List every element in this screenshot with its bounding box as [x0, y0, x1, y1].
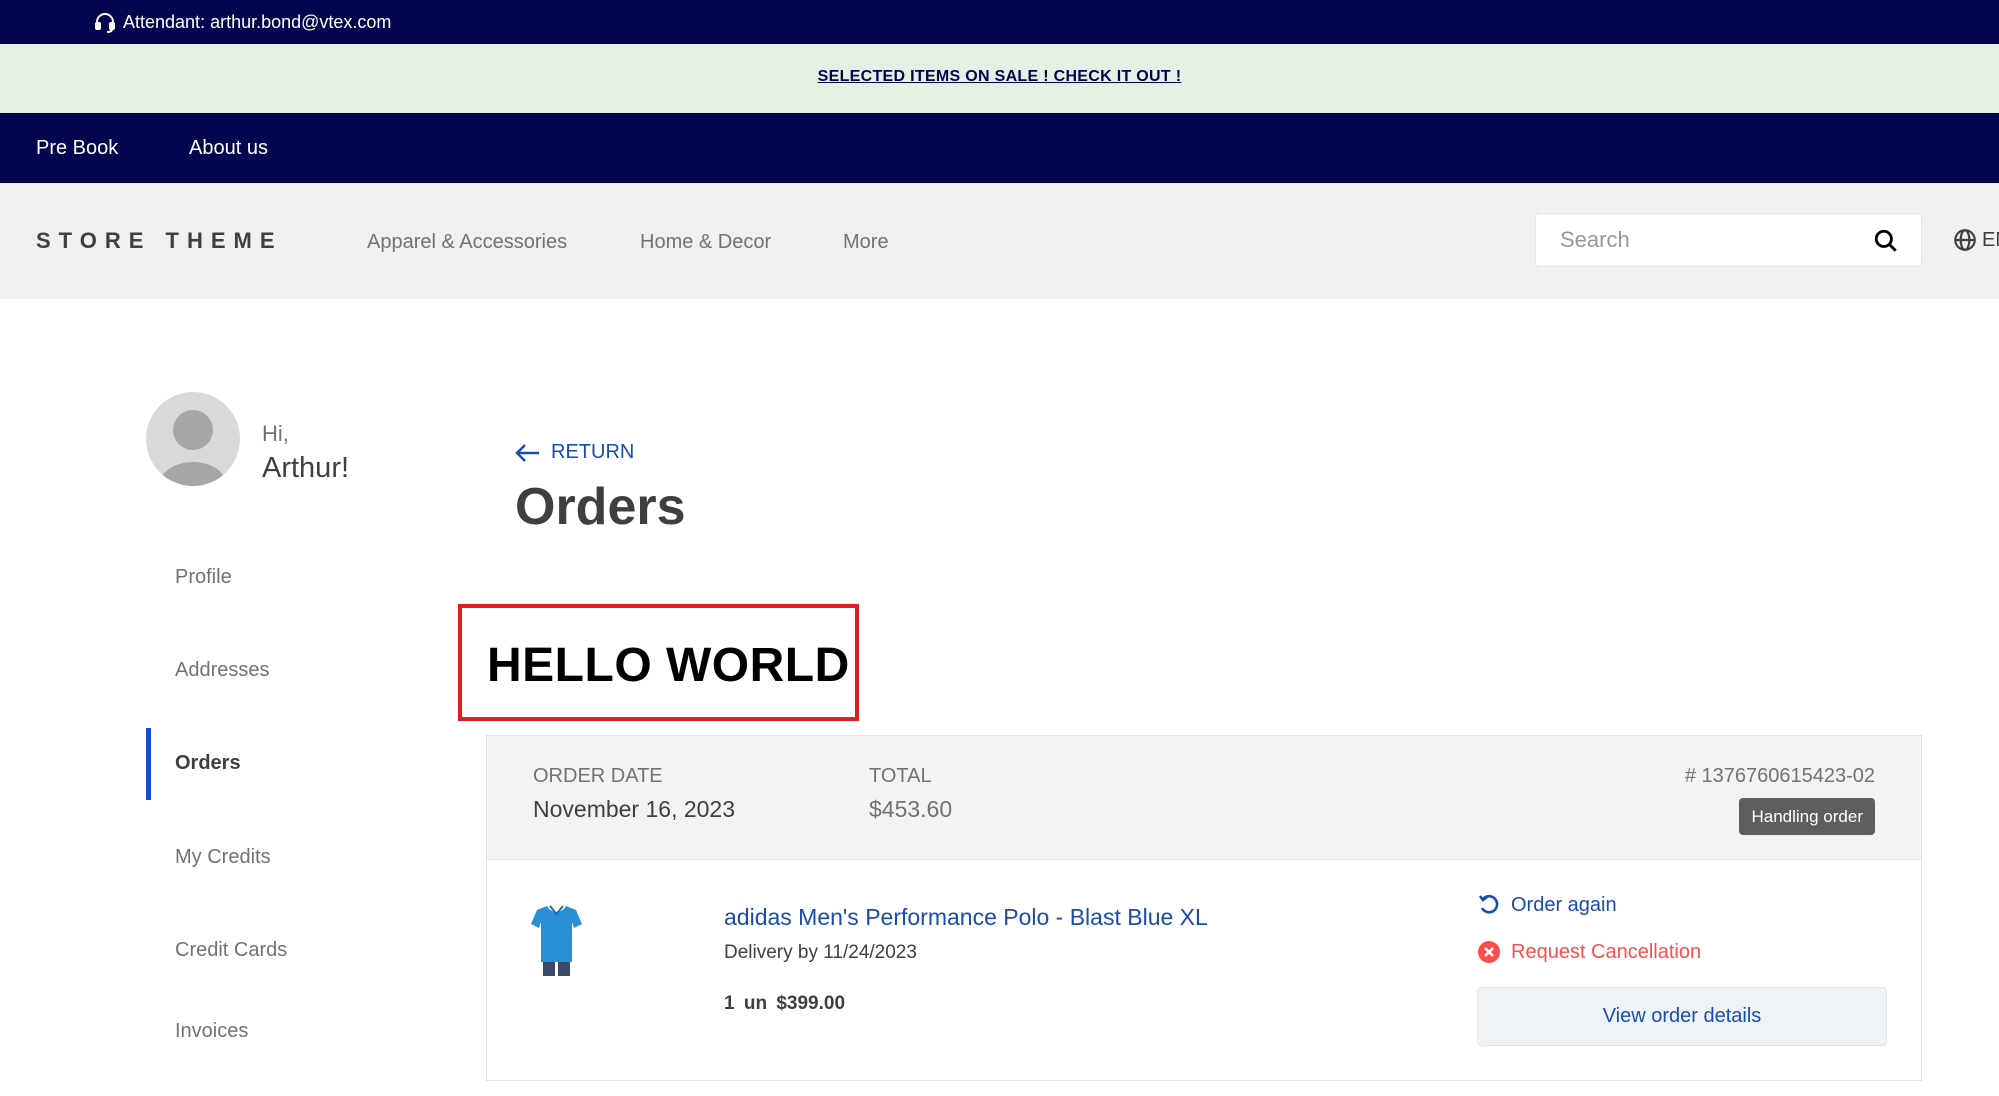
order-header: ORDER DATE November 16, 2023 TOTAL $453.…	[487, 736, 1921, 860]
delivery-date: Delivery by 11/24/2023	[724, 942, 917, 963]
search-input[interactable]	[1560, 226, 1860, 254]
order-total: $453.60	[869, 796, 953, 822]
sidebar-item-credit-cards[interactable]: Credit Cards	[175, 939, 287, 962]
menu-home-decor[interactable]: Home & Decor	[640, 231, 771, 254]
search-icon[interactable]	[1873, 228, 1899, 254]
sidebar-item-orders[interactable]: Orders	[175, 752, 241, 775]
attendant-text: Attendant: arthur.bond@vtex.com	[123, 11, 392, 32]
locale-switcher[interactable]: EN	[1952, 227, 1999, 253]
store-header: STORE THEME Apparel & Accessories Home &…	[0, 183, 1999, 299]
greeting-name: Arthur!	[262, 452, 350, 484]
user-icon	[159, 410, 227, 486]
store-logo[interactable]: STORE THEME	[36, 228, 283, 254]
avatar	[146, 392, 240, 486]
nav-about-us[interactable]: About us	[189, 137, 268, 160]
headset-icon	[95, 13, 115, 33]
menu-apparel-accessories[interactable]: Apparel & Accessories	[367, 231, 567, 254]
hello-world-box: HELLO WORLD	[458, 604, 859, 721]
order-date-label: ORDER DATE	[533, 765, 663, 787]
quantity-price: 1 un $399.00	[724, 993, 846, 1014]
order-again-link[interactable]: Order again	[1477, 893, 1617, 917]
product-name-link[interactable]: adidas Men's Performance Polo - Blast Bl…	[724, 904, 1208, 931]
sidebar-item-invoices[interactable]: Invoices	[175, 1020, 248, 1043]
hello-world-text: HELLO WORLD	[487, 639, 850, 692]
page-title: Orders	[515, 478, 686, 536]
sidebar-item-my-credits[interactable]: My Credits	[175, 846, 271, 869]
attendant-info: Attendant: arthur.bond@vtex.com	[93, 10, 391, 34]
order-id: # 1376760615423-02	[1684, 765, 1875, 787]
request-cancellation-label: Request Cancellation	[1511, 940, 1702, 963]
search-bar	[1535, 213, 1922, 267]
order-again-label: Order again	[1511, 893, 1617, 916]
cancel-circle-icon	[1478, 941, 1500, 963]
request-cancellation-link[interactable]: Request Cancellation	[1477, 940, 1701, 964]
reorder-icon	[1478, 894, 1499, 914]
promo-link[interactable]: SELECTED ITEMS ON SALE ! CHECK IT OUT !	[0, 68, 1999, 86]
view-order-details-button[interactable]: View order details	[1477, 987, 1887, 1046]
locale-label: EN	[1982, 228, 1999, 251]
greeting-hi: Hi,	[262, 421, 289, 446]
arrow-left-icon	[515, 443, 539, 462]
order-total-label: TOTAL	[869, 765, 932, 787]
attendant-bar: Attendant: arthur.bond@vtex.com	[0, 0, 1999, 44]
order-card: ORDER DATE November 16, 2023 TOTAL $453.…	[486, 735, 1922, 1081]
product-image[interactable]	[529, 900, 584, 978]
sidebar-item-profile[interactable]: Profile	[175, 566, 232, 589]
nav-pre-book[interactable]: Pre Book	[36, 137, 118, 160]
return-label: RETURN	[551, 441, 635, 463]
menu-more[interactable]: More	[843, 231, 889, 254]
sidebar-item-addresses[interactable]: Addresses	[175, 659, 270, 682]
active-indicator	[146, 728, 151, 800]
status-badge: Handling order	[1739, 798, 1875, 835]
top-nav: Pre Book About us	[0, 113, 1999, 183]
promo-banner: SELECTED ITEMS ON SALE ! CHECK IT OUT !	[0, 44, 1999, 113]
order-date: November 16, 2023	[533, 796, 736, 822]
globe-icon	[1954, 229, 1976, 251]
return-link[interactable]: RETURN	[515, 441, 634, 464]
